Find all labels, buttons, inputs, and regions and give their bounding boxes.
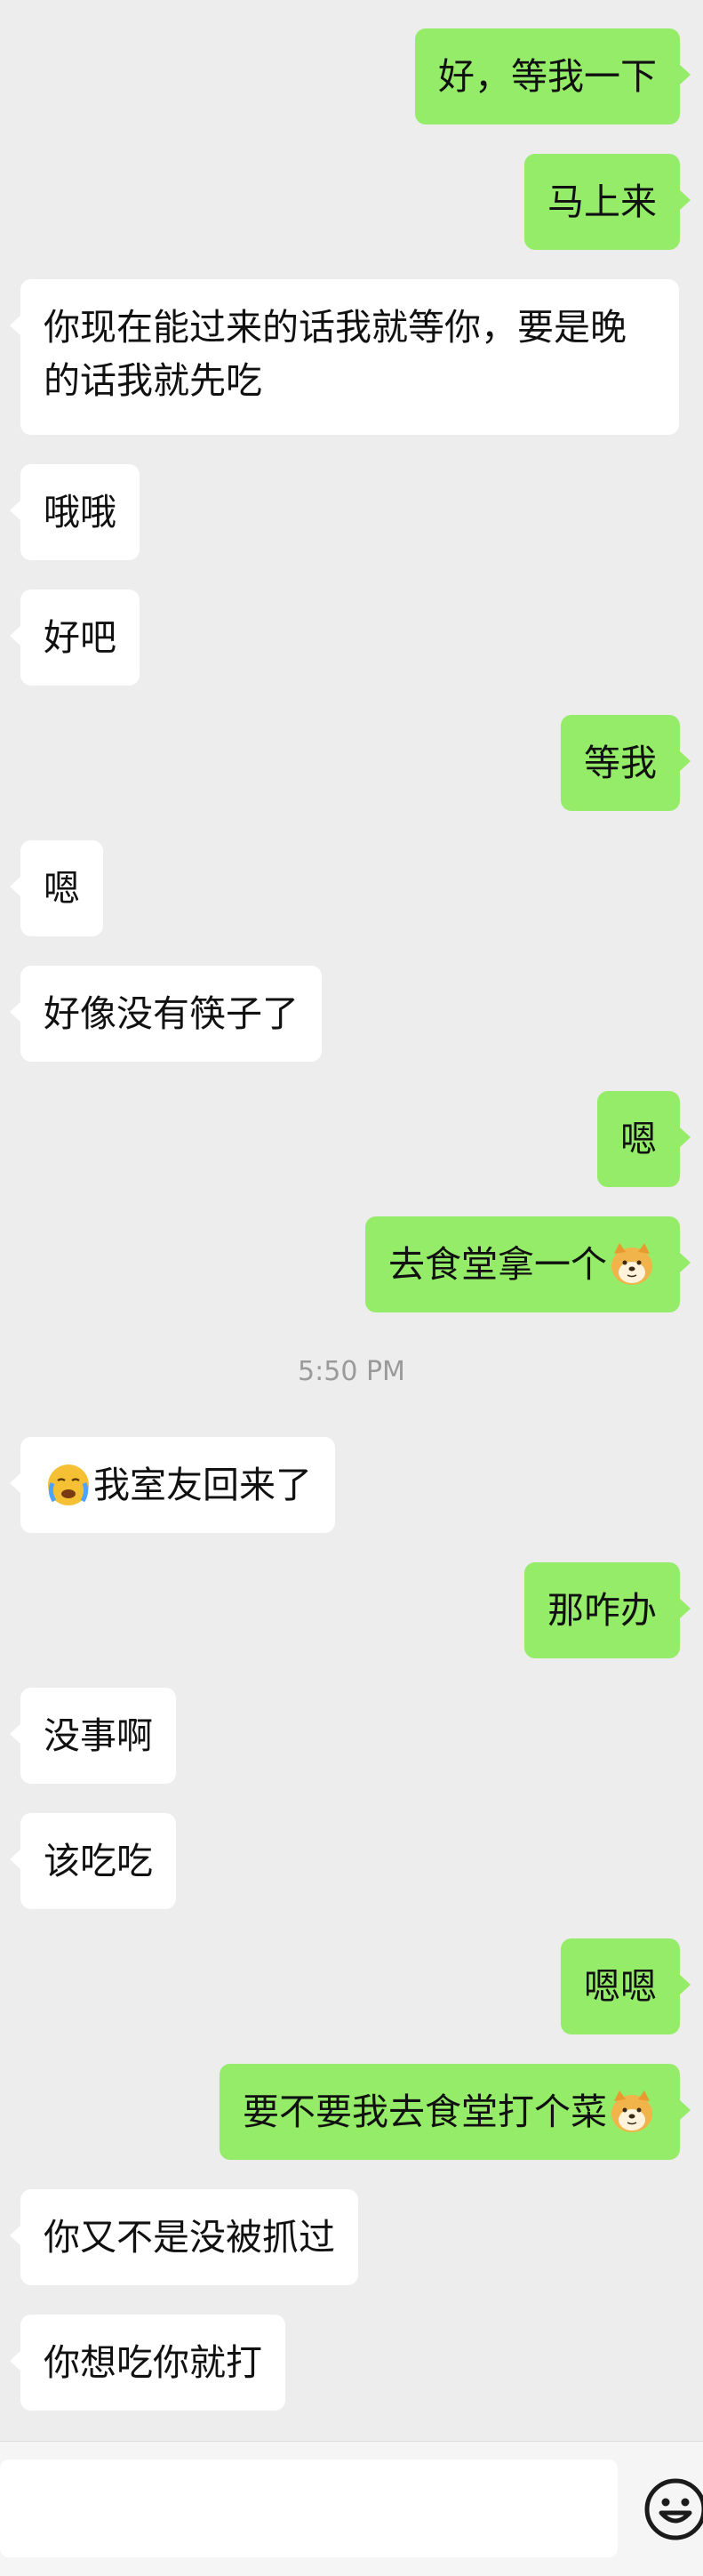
message-bubble[interactable]: 去食堂拿一个 bbox=[365, 1216, 691, 1312]
message-incoming: 没事啊 bbox=[0, 1688, 703, 1784]
message-incoming: 嗯 bbox=[0, 840, 703, 936]
message-text: 好吧 bbox=[44, 616, 116, 659]
message-outgoing: 要不要我去食堂打个菜 bbox=[0, 2064, 703, 2160]
message-bubble[interactable]: 该吃吃 bbox=[10, 1813, 176, 1909]
message-text: 好像没有筷子了 bbox=[44, 992, 299, 1035]
doge-emoji-icon bbox=[611, 1243, 652, 1285]
message-bubble[interactable]: 好像没有筷子了 bbox=[10, 966, 322, 1062]
message-outgoing: 去食堂拿一个 bbox=[0, 1216, 703, 1312]
message-outgoing: 嗯嗯 bbox=[0, 1938, 703, 2034]
message-bubble[interactable]: 要不要我去食堂打个菜 bbox=[220, 2064, 691, 2160]
message-incoming: 该吃吃 bbox=[0, 1813, 703, 1909]
message-bubble[interactable]: 好，等我一下 bbox=[415, 28, 691, 124]
message-incoming: 我室友回来了 bbox=[0, 1437, 703, 1533]
message-outgoing: 那咋办 bbox=[0, 1562, 703, 1658]
message-bubble[interactable]: 嗯嗯 bbox=[561, 1938, 691, 2034]
message-text: 等我 bbox=[584, 742, 657, 784]
message-text: 没事啊 bbox=[44, 1714, 153, 1757]
message-bubble[interactable]: 那咋办 bbox=[524, 1562, 691, 1658]
message-incoming: 你现在能过来的话我就等你，要是晚的话我就先吃 bbox=[0, 279, 703, 435]
message-text: 你现在能过来的话我就等你，要是晚的话我就先吃 bbox=[44, 306, 627, 402]
message-bubble[interactable]: 你想吃你就打 bbox=[10, 2315, 285, 2411]
message-incoming: 哦哦 bbox=[0, 464, 703, 560]
message-bubble[interactable]: 等我 bbox=[561, 715, 691, 811]
message-bubble[interactable]: 马上来 bbox=[524, 154, 691, 250]
message-text: 该吃吃 bbox=[44, 1840, 153, 1882]
message-bubble[interactable]: 好吧 bbox=[10, 590, 140, 686]
message-bubble[interactable]: 哦哦 bbox=[10, 464, 140, 560]
doge-emoji-icon bbox=[611, 2090, 652, 2132]
message-text: 哦哦 bbox=[44, 491, 116, 534]
message-text: 要不要我去食堂打个菜 bbox=[243, 2090, 607, 2133]
message-outgoing: 好，等我一下 bbox=[0, 28, 703, 124]
message-text: 嗯 bbox=[620, 1118, 657, 1160]
message-timestamp: 5:50 PM bbox=[298, 1356, 405, 1387]
message-text: 嗯 bbox=[44, 867, 80, 910]
message-text: 好，等我一下 bbox=[438, 55, 657, 98]
message-outgoing: 马上来 bbox=[0, 154, 703, 250]
message-outgoing: 等我 bbox=[0, 715, 703, 811]
message-bubble[interactable]: 嗯 bbox=[597, 1091, 691, 1187]
smiley-face-icon[interactable] bbox=[640, 2474, 703, 2545]
message-incoming: 你想吃你就打 bbox=[0, 2315, 703, 2411]
message-incoming: 好吧 bbox=[0, 590, 703, 686]
message-text: 我室友回来了 bbox=[93, 1464, 312, 1506]
message-bubble[interactable]: 你又不是没被抓过 bbox=[10, 2189, 358, 2285]
message-bubble[interactable]: 没事啊 bbox=[10, 1688, 176, 1784]
message-text: 那咋办 bbox=[547, 1589, 657, 1632]
message-bubble[interactable]: 你现在能过来的话我就等你，要是晚的话我就先吃 bbox=[10, 279, 679, 435]
message-incoming: 好像没有筷子了 bbox=[0, 966, 703, 1062]
message-bubble[interactable]: 嗯 bbox=[10, 840, 103, 936]
message-input-bar bbox=[0, 2441, 703, 2576]
message-outgoing: 嗯 bbox=[0, 1091, 703, 1187]
message-text: 嗯嗯 bbox=[584, 1965, 657, 2008]
crying-face-emoji-icon bbox=[48, 1465, 89, 1505]
message-bubble[interactable]: 我室友回来了 bbox=[10, 1437, 335, 1533]
message-text: 你又不是没被抓过 bbox=[44, 2216, 335, 2259]
message-incoming: 你又不是没被抓过 bbox=[0, 2189, 703, 2285]
message-input[interactable] bbox=[0, 2460, 618, 2557]
message-text: 你想吃你就打 bbox=[44, 2341, 262, 2384]
message-text: 马上来 bbox=[547, 181, 657, 223]
message-text: 去食堂拿一个 bbox=[388, 1243, 607, 1286]
